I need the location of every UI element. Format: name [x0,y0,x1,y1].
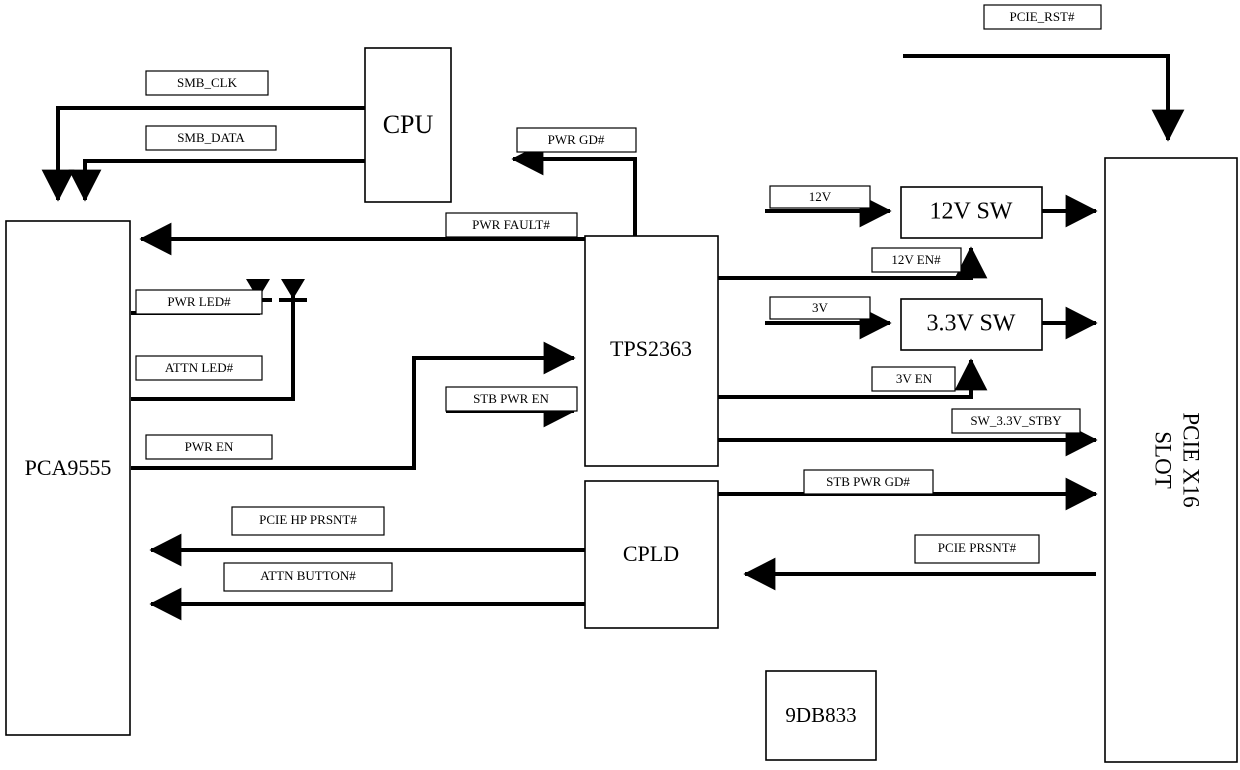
signal-3v-label: 3V [812,300,829,315]
signal-smb-clk-label: SMB_CLK [177,75,238,90]
block-diagram-canvas: CPU PCA9555 TPS2363 CPLD 12V SW 3.3V SW … [0,0,1240,770]
wire-pcie-rst [903,54,1185,142]
wire-smb-data [68,159,365,202]
signal-3v-en: 3V EN [871,366,956,392]
signal-12v: 12V [769,185,871,209]
signal-smb-data: SMB_DATA [145,125,277,151]
block-9db833[interactable]: 9DB833 [765,670,877,761]
block-9db833-label: 9DB833 [785,703,856,727]
signal-pcie-prsnt: PCIE PRSNT# [914,534,1040,564]
block-33v-sw-label: 3.3V SW [927,311,1016,337]
block-cpld[interactable]: CPLD [584,480,719,629]
wire-smb-clk [41,106,365,202]
block-pcie-slot-label-line1: PCIE X16 [1179,412,1204,507]
block-cpu[interactable]: CPU [364,47,452,203]
block-pcie-slot-label-line2: SLOT [1151,431,1176,489]
block-pcie-x16-slot[interactable]: PCIE X16 SLOT [1104,157,1238,763]
diagram-svg: CPU PCA9555 TPS2363 CPLD 12V SW 3.3V SW … [5,4,1238,763]
signal-pcie-hp-prsnt: PCIE HP PRSNT# [231,506,385,536]
signal-pwr-en-label: PWR EN [185,439,234,454]
signal-sw-33v-stby: SW_3.3V_STBY [951,408,1081,434]
signal-smb-clk: SMB_CLK [145,70,269,96]
block-cpld-label: CPLD [623,541,679,566]
signal-12v-en: 12V EN# [871,247,962,273]
signal-stb-pwr-en: STB PWR EN [445,386,578,412]
block-33v-sw[interactable]: 3.3V SW [900,298,1043,351]
signal-pcie-hp-prsnt-label: PCIE HP PRSNT# [259,512,357,527]
signal-pcie-rst-label: PCIE_RST# [1009,9,1075,24]
signal-attn-button: ATTN BUTTON# [223,562,393,592]
block-12v-sw[interactable]: 12V SW [900,186,1043,239]
signal-pcie-prsnt-label: PCIE PRSNT# [938,540,1017,555]
block-pca9555-label: PCA9555 [25,455,112,480]
signal-12v-label: 12V [809,189,832,204]
attn-led-diode [279,279,307,302]
signal-stb-pwr-gd: STB PWR GD# [803,469,934,495]
signal-3v-en-label: 3V EN [896,371,933,386]
signal-pwr-fault: PWR FAULT# [445,212,578,238]
block-12v-sw-label: 12V SW [930,199,1013,225]
signal-12v-en-label: 12V EN# [891,252,941,267]
signal-pwr-fault-label: PWR FAULT# [472,217,550,232]
block-layer: CPU PCA9555 TPS2363 CPLD 12V SW 3.3V SW … [5,47,1238,763]
signal-attn-led-label: ATTN LED# [165,360,234,375]
block-tps2363-label: TPS2363 [610,336,692,361]
signal-stb-pwr-en-label: STB PWR EN [473,391,549,406]
signal-smb-data-label: SMB_DATA [177,130,245,145]
block-cpu-label: CPU [383,110,434,139]
signal-attn-led: ATTN LED# [135,355,263,381]
signal-stb-pwr-gd-label: STB PWR GD# [826,474,910,489]
block-pca9555[interactable]: PCA9555 [5,220,131,736]
signal-pwr-led-label: PWR LED# [167,294,231,309]
signal-pwr-en: PWR EN [145,434,273,460]
signal-pcie-rst: PCIE_RST# [983,4,1102,30]
block-tps2363[interactable]: TPS2363 [584,235,719,467]
signal-pwr-gd: PWR GD# [516,127,637,153]
signal-pwr-led: PWR LED# [135,289,263,315]
signal-3v: 3V [769,296,871,320]
signal-pwr-gd-label: PWR GD# [548,132,605,147]
signal-sw-33v-stby-label: SW_3.3V_STBY [970,413,1062,428]
signal-attn-button-label: ATTN BUTTON# [260,568,356,583]
